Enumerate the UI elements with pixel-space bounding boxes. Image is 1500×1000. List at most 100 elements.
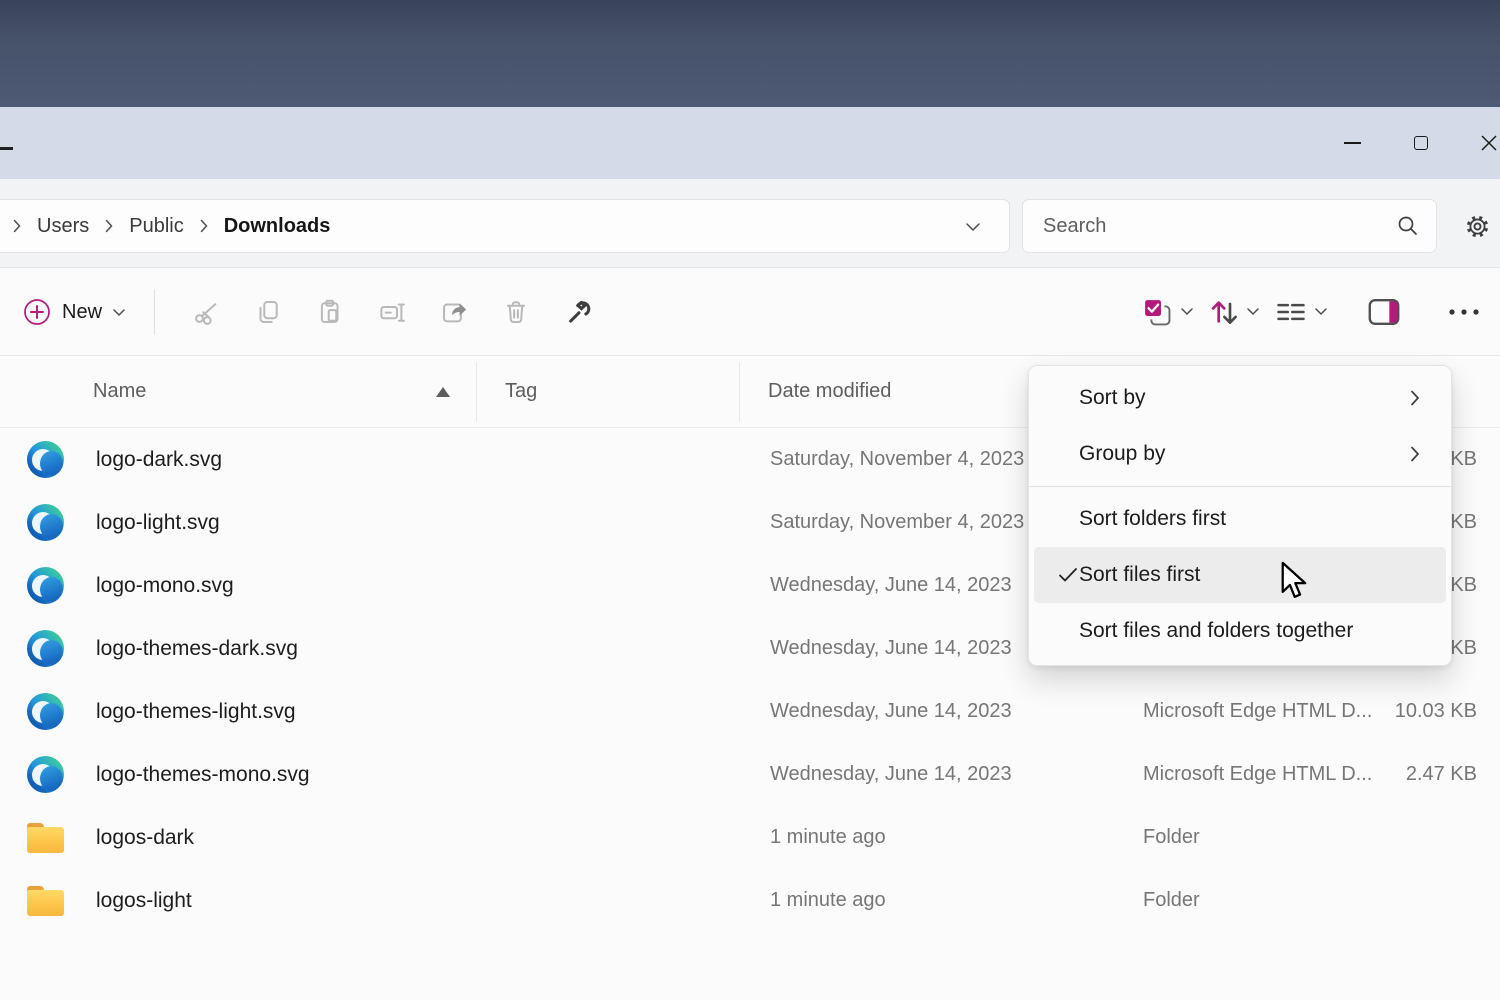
folder-icon (27, 886, 64, 916)
menu-item-label: Sort files and folders together (1079, 619, 1446, 643)
menu-item-label: Sort by (1079, 386, 1410, 410)
view-list-icon (1274, 297, 1308, 327)
file-type: Microsoft Edge HTML D... (1113, 763, 1377, 786)
paste-button[interactable] (299, 284, 361, 340)
settings-button[interactable] (1464, 213, 1491, 245)
search-input[interactable] (1043, 215, 1396, 238)
titlebar-left-fragment (0, 147, 13, 150)
ellipsis-icon (1446, 306, 1482, 318)
chevron-down-icon[interactable] (1314, 303, 1328, 321)
paste-icon (315, 297, 345, 327)
gear-icon (1464, 213, 1491, 240)
wrench-icon (562, 296, 594, 328)
breadcrumb-item-downloads[interactable]: Downloads (218, 211, 337, 242)
sort-button[interactable] (1208, 296, 1260, 328)
close-icon (1480, 134, 1498, 152)
scissors-icon (191, 297, 221, 327)
breadcrumb-item-users[interactable]: Users (31, 211, 95, 242)
column-header-name[interactable]: Name (0, 363, 477, 421)
folder-icon (27, 823, 64, 853)
edge-logo-icon (27, 693, 64, 730)
menu-item-sort-folders-first[interactable]: Sort folders first (1034, 491, 1446, 547)
close-button[interactable] (1466, 107, 1500, 179)
address-dropdown-button[interactable] (965, 219, 981, 240)
search-icon[interactable] (1396, 214, 1420, 238)
maximize-button[interactable] (1398, 107, 1444, 179)
column-header-name-label: Name (93, 380, 146, 403)
new-button[interactable]: New (12, 289, 140, 335)
address-bar[interactable]: Users Public Downloads (0, 199, 1010, 253)
command-toolbar: New (0, 269, 1500, 356)
folder-type: Folder (1113, 889, 1377, 912)
breadcrumb-item-public[interactable]: Public (123, 211, 189, 242)
details-pane-icon (1366, 296, 1402, 328)
folder-row[interactable]: logos-dark 1 minute ago Folder (0, 806, 1500, 869)
submenu-chevron-icon (1410, 389, 1446, 407)
minimize-button[interactable] (1329, 107, 1375, 179)
chevron-right-icon (13, 219, 21, 233)
menu-item-label: Sort folders first (1079, 507, 1446, 531)
folder-row[interactable]: logos-light 1 minute ago Folder (0, 869, 1500, 932)
edge-logo-icon (27, 630, 64, 667)
checkmark-icon (1058, 567, 1078, 583)
menu-item-label: Sort files first (1079, 563, 1446, 587)
select-all-icon (1140, 295, 1174, 329)
menu-item-group-by[interactable]: Group by (1034, 426, 1446, 482)
cut-button[interactable] (175, 284, 237, 340)
file-name: logo-themes-mono.svg (96, 763, 477, 787)
file-size: 10.03 KB (1377, 700, 1500, 723)
minimize-icon (1344, 142, 1361, 144)
chevron-down-icon[interactable] (1180, 303, 1194, 321)
delete-button[interactable] (485, 284, 547, 340)
details-pane-button[interactable] (1366, 296, 1402, 328)
folder-type: Folder (1113, 826, 1377, 849)
sort-icon (1208, 296, 1240, 328)
rename-button[interactable] (361, 284, 423, 340)
toolbar-divider (154, 289, 155, 335)
titlebar (0, 107, 1500, 179)
share-icon (439, 297, 469, 327)
submenu-chevron-icon (1410, 445, 1446, 463)
column-header-date-label: Date modified (768, 380, 891, 403)
tools-button[interactable] (547, 284, 609, 340)
more-options-button[interactable] (1446, 306, 1482, 318)
chevron-right-icon (105, 219, 113, 233)
plus-circle-icon (22, 297, 52, 327)
trash-icon (501, 297, 531, 327)
column-header-tag-label: Tag (505, 380, 537, 403)
sort-context-menu: Sort by Group by Sort folders first Sort… (1028, 365, 1452, 666)
folder-date: 1 minute ago (740, 826, 1113, 849)
folder-name: logos-light (96, 889, 477, 913)
menu-item-label: Group by (1079, 442, 1410, 466)
menu-item-sort-by[interactable]: Sort by (1034, 370, 1446, 426)
chevron-down-icon[interactable] (1246, 303, 1260, 321)
view-button[interactable] (1274, 297, 1328, 327)
desktop-background (0, 0, 1500, 107)
edge-logo-icon (27, 756, 64, 793)
share-button[interactable] (423, 284, 485, 340)
column-header-tag[interactable]: Tag (477, 363, 740, 421)
file-date: Wednesday, June 14, 2023 (740, 763, 1113, 786)
file-name: logo-themes-dark.svg (96, 637, 477, 661)
menu-item-sort-files-and-folders-together[interactable]: Sort files and folders together (1034, 603, 1446, 659)
folder-name: logos-dark (96, 826, 477, 850)
chevron-right-icon (200, 219, 208, 233)
mouse-cursor (1280, 561, 1314, 606)
folder-date: 1 minute ago (740, 889, 1113, 912)
edge-logo-icon (27, 567, 64, 604)
file-row[interactable]: logo-themes-mono.svg Wednesday, June 14,… (0, 743, 1500, 806)
edge-logo-icon (27, 504, 64, 541)
menu-separator (1029, 486, 1451, 487)
file-name: logo-light.svg (96, 511, 477, 535)
search-box[interactable] (1022, 199, 1437, 253)
menu-item-sort-files-first[interactable]: Sort files first (1034, 547, 1446, 603)
file-row[interactable]: logo-themes-light.svg Wednesday, June 14… (0, 680, 1500, 743)
file-name: logo-mono.svg (96, 574, 477, 598)
select-all-button[interactable] (1140, 295, 1194, 329)
navigation-bar: Users Public Downloads (0, 179, 1500, 268)
file-name: logo-dark.svg (96, 448, 477, 472)
edge-logo-icon (27, 441, 64, 478)
toolbar-right-group (1140, 295, 1490, 329)
copy-button[interactable] (237, 284, 299, 340)
file-name: logo-themes-light.svg (96, 700, 477, 724)
